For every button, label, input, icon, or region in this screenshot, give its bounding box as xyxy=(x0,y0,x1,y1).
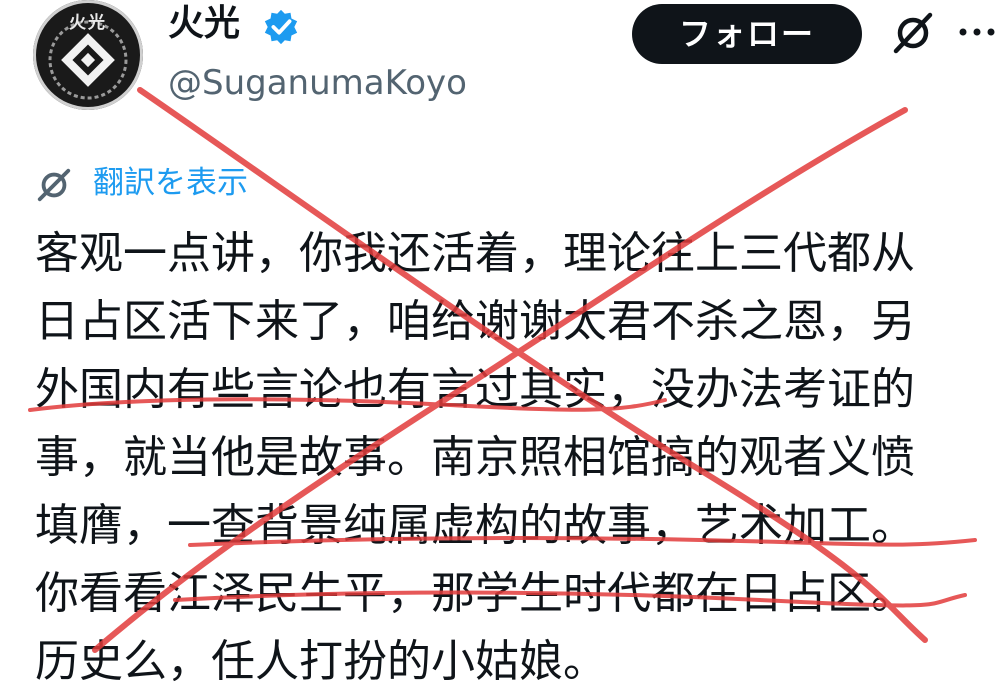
verified-badge-icon xyxy=(264,9,298,45)
post-text-line: 你看看江泽民生平，那学生时代都在日占区。 xyxy=(35,568,915,619)
follow-button[interactable]: フォロー xyxy=(632,4,862,64)
post-text-line: 事，就当他是故事。南京照相馆搞的观者义愤 xyxy=(35,432,915,483)
more-icon[interactable] xyxy=(955,14,995,44)
user-handle[interactable]: @SuganumaKoyo xyxy=(168,62,467,104)
post-header: 火光 火光 @SuganumaKoyo フォロー xyxy=(0,0,1000,130)
avatar[interactable]: 火光 xyxy=(33,0,143,110)
post-text: 客观一点讲，你我还活着，理论往上三代都从 日占区活下来了，咱给谢谢太君不杀之恩，… xyxy=(35,220,995,696)
display-name[interactable]: 火光 xyxy=(168,2,240,46)
show-translation-label: 翻訳を表示 xyxy=(93,165,248,201)
avatar-text: 火光 xyxy=(69,13,107,33)
post-text-line: 日占区活下来了，咱给谢谢太君不杀之恩，另 xyxy=(35,296,915,347)
post-text-line: 客观一点讲，你我还活着，理论往上三代都从 xyxy=(35,228,915,279)
post-text-line: 外国内有些言论也有言过其实，没办法考证的 xyxy=(35,364,915,415)
translate-grok-icon xyxy=(37,168,71,202)
grok-icon[interactable] xyxy=(888,8,938,58)
post-text-line: 历史么，任人打扮的小姑娘。 xyxy=(35,636,607,687)
post-text-line: 填膺，一查背景纯属虚构的故事，艺术加工。 xyxy=(35,500,915,551)
